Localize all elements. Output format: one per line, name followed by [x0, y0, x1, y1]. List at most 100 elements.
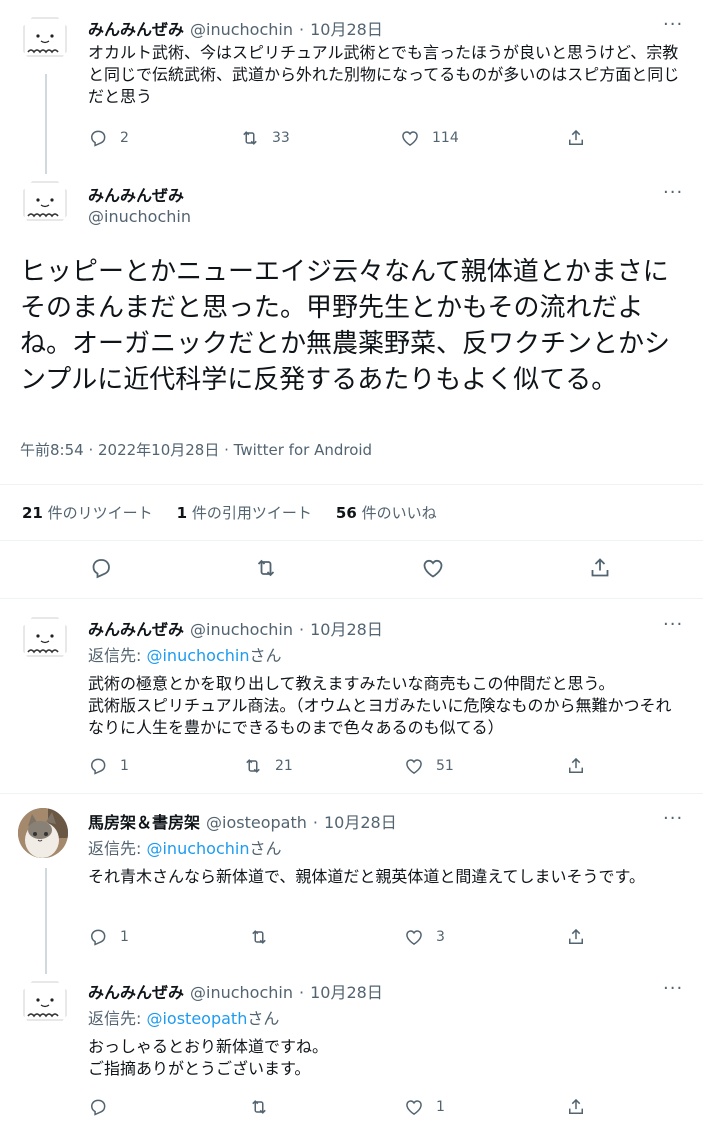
reply-prefix: 返信先: [88, 1009, 147, 1028]
avatar[interactable] [20, 614, 70, 664]
tweet-text: おっしゃるとおり新体道ですね。 ご指摘ありがとうございます。 [88, 1037, 329, 1078]
divider [0, 793, 703, 794]
share-icon [566, 756, 586, 776]
more-icon[interactable]: ··· [663, 182, 683, 203]
reply-button[interactable] [88, 1097, 108, 1117]
retweet-button[interactable] [249, 927, 269, 947]
like-button[interactable]: 3 [404, 927, 445, 947]
reply-to: 返信先: @iosteopathさん [88, 1005, 279, 1029]
reply-to: 返信先: @inuchochinさん [88, 835, 281, 859]
retweet-icon [249, 927, 269, 947]
like-button[interactable]: 51 [404, 756, 454, 776]
avatar[interactable] [20, 14, 70, 64]
share-icon [566, 927, 586, 947]
heart-icon [421, 556, 445, 580]
main-tweet-text: ヒッピーとかニューエイジ云々なんて親体道とかまさにそのまんまだと思った。甲野先生… [20, 257, 671, 395]
avatar-image [20, 978, 70, 1028]
quotes-label: 件の引用ツイート [191, 504, 312, 522]
user-handle[interactable]: @inuchochin [88, 207, 191, 226]
like-count: 3 [436, 929, 445, 945]
retweet-button[interactable]: 33 [240, 128, 290, 148]
cat-avatar-image [18, 808, 68, 858]
share-button[interactable] [566, 128, 586, 148]
tweet-date[interactable]: 10月28日 [310, 616, 383, 640]
avatar[interactable] [18, 808, 68, 858]
reply-to-link[interactable]: @iosteopath [146, 1009, 247, 1028]
heart-icon [404, 1097, 424, 1117]
avatar[interactable] [20, 978, 70, 1028]
reply-button[interactable]: 1 [88, 756, 129, 776]
like-button[interactable]: 114 [400, 128, 459, 148]
user-name[interactable]: みんみんぜみ [88, 182, 184, 206]
user-handle[interactable]: @iosteopath [206, 813, 307, 832]
avatar-image [20, 14, 70, 64]
retweet-button[interactable] [254, 556, 278, 580]
tweet-header: みんみんぜみ @inuchochin · 10月28日 [88, 979, 383, 1003]
tweet-text: オカルト武術、今はスピリチュアル武術とでも言ったほうが良いと思うけど、宗教と同じ… [88, 43, 680, 106]
user-name[interactable]: みんみんぜみ [88, 616, 184, 640]
user-handle[interactable]: @inuchochin [190, 20, 293, 39]
reply-button[interactable]: 2 [88, 128, 129, 148]
reply-icon [88, 128, 108, 148]
reply-suffix: さん [247, 1009, 280, 1028]
share-button[interactable] [588, 556, 612, 580]
user-handle[interactable]: @inuchochin [190, 620, 293, 639]
tweet-text: それ青木さんなら新体道で、親体道だと親英体道と間違えてしまいそうです。 [88, 867, 645, 886]
share-button[interactable] [566, 756, 586, 776]
more-icon[interactable]: ··· [663, 14, 683, 35]
share-icon [588, 556, 612, 580]
tweet-date[interactable]: 10月28日 [310, 16, 383, 40]
thread-line [45, 868, 47, 974]
reply-icon [88, 1097, 108, 1117]
reply-button[interactable]: 1 [88, 927, 129, 947]
divider [0, 540, 703, 541]
separator-dot: · [299, 983, 305, 1002]
tweet-meta[interactable]: 午前8:54 · 2022年10月28日 · Twitter for Andro… [20, 439, 372, 460]
like-button[interactable]: 1 [404, 1097, 445, 1117]
more-icon[interactable]: ··· [663, 978, 683, 999]
reply-icon [89, 556, 113, 580]
engagement-stats: 21 件のリツイート 1 件の引用ツイート 56 件のいいね [22, 502, 437, 523]
avatar-image [20, 178, 70, 228]
retweets-count: 21 [22, 504, 43, 522]
share-button[interactable] [566, 927, 586, 947]
separator-dot: · [312, 813, 318, 832]
heart-icon [404, 927, 424, 947]
tweet-header: みんみんぜみ @inuchochin · 10月28日 [88, 616, 383, 640]
reply-suffix: さん [249, 839, 282, 858]
retweet-button[interactable]: 21 [243, 756, 293, 776]
share-button[interactable] [566, 1097, 586, 1117]
reply-to-link[interactable]: @inuchochin [146, 646, 249, 665]
user-name[interactable]: 馬房架＆書房架 [88, 809, 200, 833]
tweet-date[interactable]: 10月28日 [310, 979, 383, 1003]
reply-count: 1 [120, 758, 129, 774]
heart-icon [404, 756, 424, 776]
quotes-stat[interactable]: 1 件の引用ツイート [177, 502, 312, 523]
reply-to-link[interactable]: @inuchochin [146, 839, 249, 858]
reply-suffix: さん [249, 646, 282, 665]
retweets-stat[interactable]: 21 件のリツイート [22, 502, 153, 523]
retweets-label: 件のリツイート [47, 504, 153, 522]
divider [0, 598, 703, 599]
retweet-button[interactable] [249, 1097, 269, 1117]
user-name[interactable]: みんみんぜみ [88, 979, 184, 1003]
quotes-count: 1 [176, 504, 188, 522]
share-icon [566, 128, 586, 148]
retweet-icon [254, 556, 278, 580]
reply-count: 2 [120, 130, 129, 146]
like-count: 1 [436, 1099, 445, 1115]
like-count: 51 [436, 758, 454, 774]
more-icon[interactable]: ··· [663, 614, 683, 635]
user-handle[interactable]: @inuchochin [190, 983, 293, 1002]
more-icon[interactable]: ··· [663, 808, 683, 829]
like-button[interactable] [421, 556, 445, 580]
user-name[interactable]: みんみんぜみ [88, 16, 184, 40]
avatar[interactable] [20, 178, 70, 228]
likes-stat[interactable]: 56 件のいいね [336, 502, 437, 523]
retweet-icon [249, 1097, 269, 1117]
tweet-date[interactable]: 10月28日 [324, 809, 397, 833]
separator-dot: · [299, 620, 305, 639]
reply-icon [88, 756, 108, 776]
reply-button[interactable] [89, 556, 113, 580]
reply-to: 返信先: @inuchochinさん [88, 642, 281, 666]
